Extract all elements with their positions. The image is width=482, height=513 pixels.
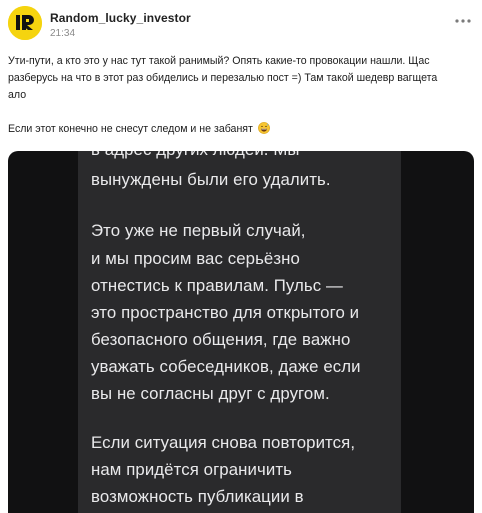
post-header: Random_lucky_investor 21:34 <box>8 6 474 44</box>
post-paragraph-2: Если этот конечно не снесут следом и не … <box>8 121 474 138</box>
post-paragraph-1: Ути-пути, а кто это у нас тут такой рани… <box>8 53 474 104</box>
screenshot-line-8: уважать собеседников, даже если <box>91 357 361 376</box>
post-paragraph-1-line-2: разберусь на что в этот раз обиделись и … <box>8 72 438 84</box>
grinning-sweat-emoji-icon <box>257 122 270 134</box>
screenshot-line-1: в адрес других людей. Мы <box>91 151 300 160</box>
post-time: 21:34 <box>50 28 76 39</box>
screenshot-message: в адрес других людей. Мы вынуждены были … <box>78 151 401 513</box>
screenshot-line-6: это пространство для открытого и <box>91 303 360 322</box>
post-image[interactable]: в адрес других людей. Мы вынуждены были … <box>8 151 474 513</box>
screenshot-line-2: вынуждены были его удалить. <box>91 170 331 189</box>
author-name[interactable]: Random_lucky_investor <box>50 11 191 25</box>
more-options-icon[interactable] <box>454 14 472 28</box>
screenshot-line-11: нам придётся ограничить <box>91 460 292 479</box>
screenshot-line-12: возможность публикации в <box>91 487 304 506</box>
post-text: Ути-пути, а кто это у нас тут такой рани… <box>8 53 474 138</box>
avatar[interactable] <box>8 6 42 40</box>
screenshot-line-3: Это уже не первый случай, <box>91 221 306 240</box>
post-card: Random_lucky_investor 21:34 Ути-пути, а … <box>0 0 482 513</box>
screenshot-line-9: вы не согласны друг с другом. <box>91 384 330 403</box>
screenshot-line-4: и мы просим вас серьёзно <box>91 249 300 268</box>
avatar-logo-icon <box>8 6 42 40</box>
screenshot-line-5: отнестись к правилам. Пульс — <box>91 276 343 295</box>
post-paragraph-1-line-1: Ути-пути, а кто это у нас тут такой рани… <box>8 55 430 67</box>
screenshot-line-7: безопасного общения, где важно <box>91 330 351 349</box>
post-paragraph-2-text: Если этот конечно не снесут следом и не … <box>8 123 253 135</box>
post-paragraph-1-line-3: ало <box>8 89 27 101</box>
screenshot-line-10: Если ситуация снова повторится, <box>91 433 356 452</box>
